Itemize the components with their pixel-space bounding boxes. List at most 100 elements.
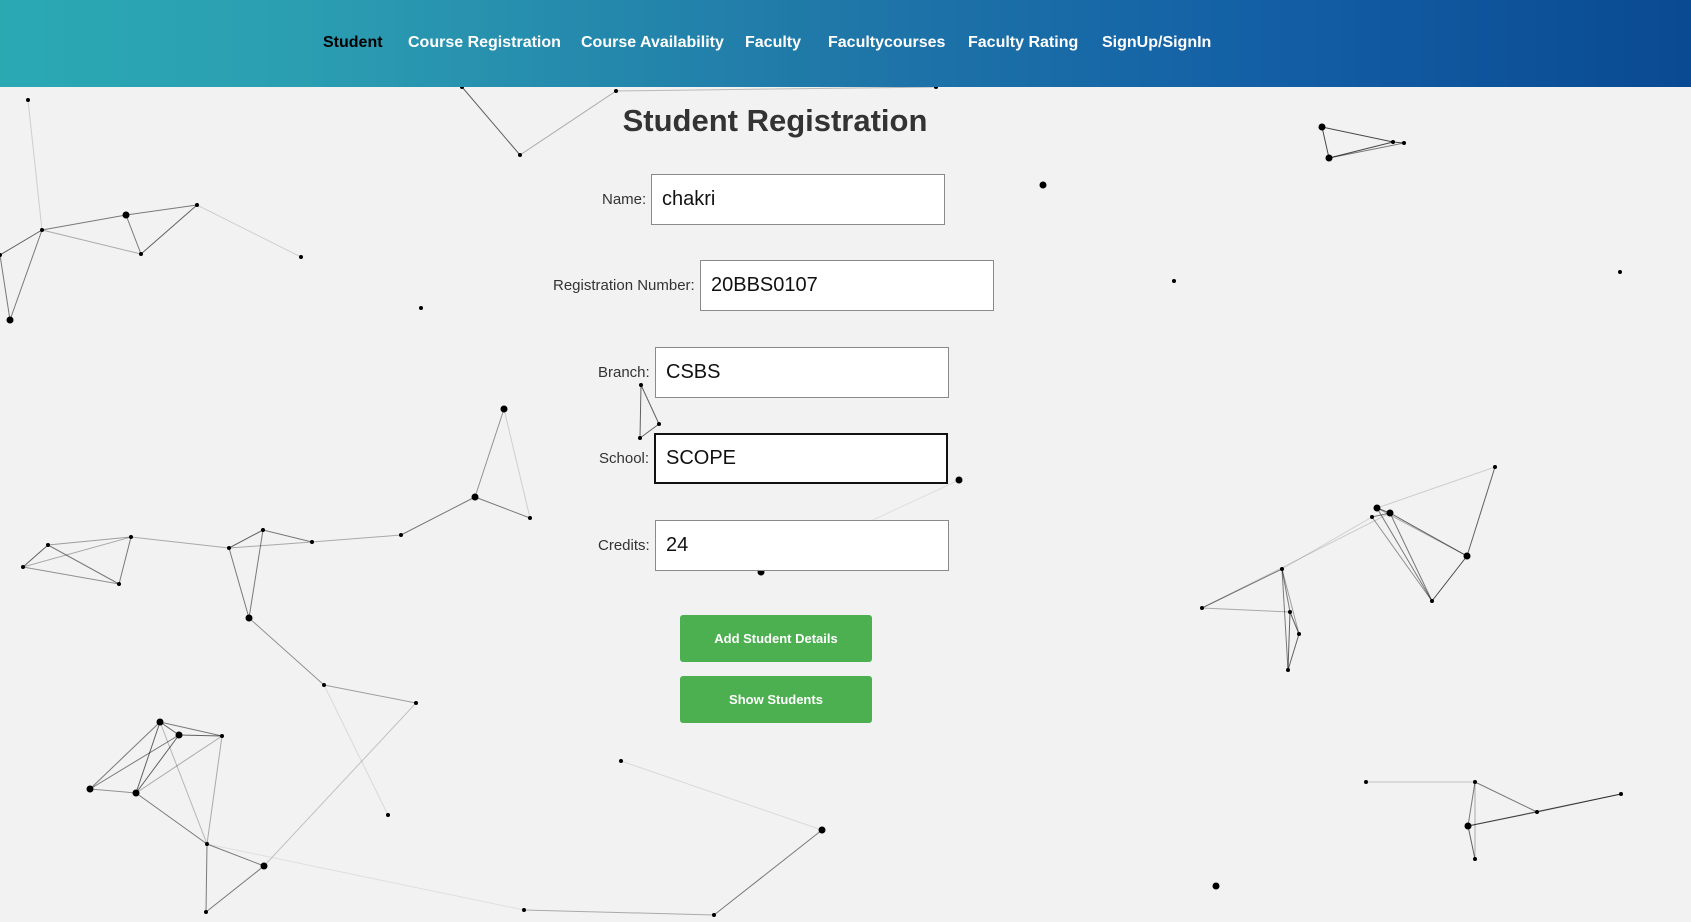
particle-dot [46, 543, 50, 547]
particle-dot [1386, 509, 1394, 517]
particle-link [1431, 555, 1468, 602]
particle-link [323, 684, 417, 704]
particle-dot [414, 701, 418, 705]
nav-item-faculty-rating[interactable]: Faculty Rating [968, 34, 1078, 52]
credits-label: Credits: [598, 537, 650, 554]
particle-dot [386, 813, 390, 817]
particle-link [135, 734, 180, 794]
particle-dot [639, 383, 643, 387]
particle-link [263, 702, 417, 867]
particle-link [248, 529, 264, 619]
branch-label: Branch: [598, 364, 650, 381]
particle-link [135, 735, 223, 794]
particle-dot [518, 153, 522, 157]
particle-dot [1619, 792, 1623, 796]
particle-dot [1373, 504, 1381, 512]
nav-item-faculty[interactable]: Faculty [745, 34, 801, 52]
particle-link [323, 684, 389, 816]
particle-dot [1297, 632, 1301, 636]
particle-dot [1325, 154, 1333, 162]
particle-dot [86, 785, 94, 793]
particle-link [1467, 825, 1476, 860]
nav-item-signup-signin[interactable]: SignUp/SignIn [1102, 34, 1211, 52]
nav-item-student[interactable]: Student [323, 34, 383, 52]
particle-link [311, 534, 402, 543]
particle-dot [955, 476, 963, 484]
particle-link [205, 865, 265, 913]
particle-dot [21, 565, 25, 569]
particle-link [639, 384, 642, 439]
branch-input[interactable] [655, 347, 949, 398]
particle-dot [1493, 465, 1497, 469]
particle-dot [1212, 882, 1220, 890]
nav-item-course-registration[interactable]: Course Registration [408, 34, 561, 52]
particle-link [159, 721, 223, 737]
registration-number-label: Registration Number: [553, 277, 695, 294]
particle-dot [471, 493, 479, 501]
particle-link [262, 529, 313, 543]
particle-link [713, 829, 823, 916]
particle-link [1376, 466, 1496, 509]
particle-dot [1535, 810, 1539, 814]
credits-input[interactable] [655, 520, 949, 571]
particle-dot [1463, 552, 1471, 560]
add-student-details-button[interactable]: Add Student Details [680, 615, 872, 662]
particle-dot [129, 535, 133, 539]
particle-dot [1402, 141, 1406, 145]
particle-link [0, 254, 11, 321]
particle-link [474, 408, 505, 498]
particle-link [1287, 633, 1300, 671]
page-title: Student Registration [622, 103, 928, 138]
particle-link [178, 734, 223, 737]
particle-dot [139, 252, 143, 256]
particle-link [1287, 611, 1291, 671]
particle-link [1536, 793, 1622, 813]
particle-link [89, 788, 137, 794]
particle-dot [1280, 567, 1284, 571]
particle-dot [614, 89, 618, 93]
nav-item-facultycourses[interactable]: Facultycourses [828, 34, 945, 52]
particle-link [125, 214, 142, 255]
particle-dot [220, 734, 224, 738]
particle-link [135, 792, 208, 845]
particle-dot [1391, 140, 1395, 144]
particle-link [1474, 781, 1538, 813]
particle-link [118, 536, 132, 585]
particle-dot [175, 731, 183, 739]
particle-dot [619, 759, 623, 763]
particle-link [130, 536, 230, 549]
particle-dot [1172, 279, 1176, 283]
name-input[interactable] [651, 174, 945, 225]
particle-dot [205, 842, 209, 846]
particle-dot [1288, 610, 1292, 614]
particle-dot [1039, 181, 1047, 189]
particle-dot [299, 255, 303, 259]
particle-link [196, 204, 302, 258]
page: Student Course Registration Course Avail… [0, 0, 1691, 922]
particle-link [523, 909, 715, 916]
particle-link [228, 547, 250, 619]
particle-dot [657, 422, 661, 426]
particle-link [22, 566, 120, 585]
particle-link [1376, 507, 1433, 602]
particle-dot [1473, 780, 1477, 784]
particle-link [135, 721, 161, 794]
particle-dot [122, 211, 130, 219]
particle-dot [1473, 857, 1477, 861]
particle-dot [322, 683, 326, 687]
particle-dot [712, 913, 716, 917]
particle-link [140, 204, 198, 255]
particle-dot [245, 614, 253, 622]
school-input[interactable] [654, 433, 948, 484]
school-label: School: [599, 450, 650, 467]
particle-link [206, 843, 265, 867]
particle-dot [26, 98, 30, 102]
registration-number-input[interactable] [700, 260, 994, 311]
particle-link [474, 496, 531, 519]
particle-dot [638, 436, 642, 440]
nav-item-course-availability[interactable]: Course Availability [581, 34, 724, 52]
particle-link [228, 529, 264, 549]
top-navbar: Student Course Registration Course Avail… [0, 0, 1691, 87]
show-students-button[interactable]: Show Students [680, 676, 872, 723]
particle-link [248, 617, 325, 686]
